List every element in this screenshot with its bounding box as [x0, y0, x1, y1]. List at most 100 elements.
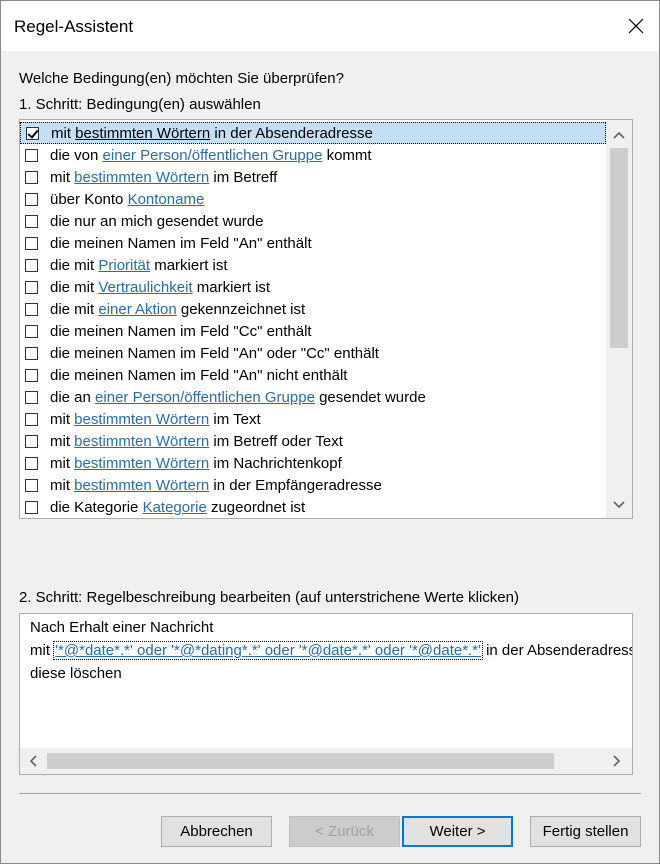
condition-value-link[interactable]: bestimmten Wörtern [75, 125, 210, 142]
finish-button[interactable]: Fertig stellen [530, 816, 641, 847]
condition-value-link[interactable]: bestimmten Wörtern [74, 455, 209, 472]
condition-checkbox[interactable] [25, 368, 38, 382]
condition-text: die von [50, 146, 103, 164]
next-button[interactable]: Weiter > [402, 816, 513, 847]
scroll-right-button[interactable] [604, 748, 630, 774]
condition-checkbox[interactable] [25, 170, 38, 184]
condition-checkbox[interactable] [25, 258, 38, 272]
cancel-button[interactable]: Abbrechen [161, 816, 272, 847]
condition-text: in der Absenderadresse [210, 124, 373, 142]
condition-item[interactable]: mit bestimmten Wörtern im Betreff oder T… [20, 430, 606, 452]
condition-item[interactable]: die an einer Person/öffentlichen Gruppe … [20, 386, 606, 408]
condition-checkbox[interactable] [25, 148, 38, 162]
conditions-list: mit bestimmten Wörtern in der Absenderad… [20, 122, 606, 518]
condition-checkbox[interactable] [25, 500, 38, 514]
condition-text: im Nachrichtenkopf [209, 454, 342, 472]
condition-label: mit bestimmten Wörtern im Nachrichtenkop… [50, 455, 342, 472]
condition-checkbox[interactable] [25, 456, 38, 470]
condition-value-link[interactable]: Kontoname [128, 191, 205, 208]
condition-text: die an [50, 388, 96, 406]
condition-checkbox[interactable] [26, 126, 39, 140]
condition-label: die von einer Person/öffentlichen Gruppe… [50, 147, 372, 164]
condition-text: gekennzeichnet ist [176, 300, 306, 318]
condition-text: die mit [50, 278, 99, 296]
condition-text: im Text [209, 410, 261, 428]
condition-checkbox[interactable] [25, 192, 38, 206]
condition-text: markiert ist [150, 256, 228, 274]
condition-item[interactable]: mit bestimmten Wörtern im Nachrichtenkop… [20, 452, 606, 474]
condition-value-link[interactable]: Vertraulichkeit [98, 279, 192, 296]
condition-checkbox[interactable] [25, 390, 38, 404]
condition-checkbox[interactable] [25, 412, 38, 426]
condition-checkbox[interactable] [25, 280, 38, 294]
vertical-scroll-thumb[interactable] [610, 148, 628, 348]
condition-item[interactable]: über Konto Kontoname [20, 188, 606, 210]
condition-checkbox[interactable] [25, 478, 38, 492]
condition-value-link[interactable]: Priorität [98, 257, 150, 274]
condition-item[interactable]: mit bestimmten Wörtern im Text [20, 408, 606, 430]
horizontal-scroll-thumb[interactable] [47, 753, 554, 769]
condition-item[interactable]: die von einer Person/öffentlichen Gruppe… [20, 144, 606, 166]
condition-label: die meinen Namen im Feld "An" oder "Cc" … [50, 345, 379, 362]
condition-checkbox[interactable] [25, 434, 38, 448]
condition-text: zugeordnet ist [206, 498, 306, 516]
condition-item[interactable]: die meinen Namen im Feld "Cc" enthält [20, 320, 606, 342]
condition-item[interactable]: mit bestimmten Wörtern in der Empfängera… [20, 474, 606, 496]
condition-checkbox[interactable] [25, 346, 38, 360]
condition-label: die an einer Person/öffentlichen Gruppe … [50, 389, 426, 406]
condition-value-link[interactable]: Kategorie [143, 499, 207, 516]
condition-item[interactable]: mit bestimmten Wörtern in der Absenderad… [20, 122, 606, 144]
condition-label: die meinen Namen im Feld "Cc" enthält [50, 323, 312, 340]
close-button[interactable] [613, 1, 659, 51]
scroll-down-button[interactable] [606, 494, 632, 516]
condition-text: die Kategorie [50, 498, 143, 516]
condition-value-link[interactable]: einer Person/öffentlichen Gruppe [103, 147, 323, 164]
condition-value-link[interactable]: einer Person/öffentlichen Gruppe [95, 389, 315, 406]
condition-item[interactable]: die meinen Namen im Feld "An" nicht enth… [20, 364, 606, 386]
condition-text: die mit [50, 256, 99, 274]
condition-value-link[interactable]: bestimmten Wörtern [74, 477, 209, 494]
condition-checkbox[interactable] [25, 214, 38, 228]
condition-text: die meinen Namen im Feld "An" nicht enth… [50, 366, 348, 384]
condition-text: in der Empfängeradresse [209, 476, 382, 494]
condition-text: die meinen Namen im Feld "An" enthält [50, 234, 312, 252]
condition-checkbox[interactable] [25, 302, 38, 316]
condition-text: über Konto [50, 190, 128, 208]
condition-item[interactable]: die nur an mich gesendet wurde [20, 210, 606, 232]
condition-text: gesendet wurde [314, 388, 426, 406]
condition-label: die nur an mich gesendet wurde [50, 213, 263, 230]
back-button[interactable]: < Zurück [289, 816, 400, 847]
condition-value-link[interactable]: bestimmten Wörtern [74, 433, 209, 450]
condition-label: die meinen Namen im Feld "An" nicht enth… [50, 367, 347, 384]
title-bar: Regel-Assistent [1, 1, 659, 51]
condition-text: die mit [50, 300, 99, 318]
conditions-listbox[interactable]: mit bestimmten Wörtern in der Absenderad… [19, 119, 633, 519]
chevron-left-icon [29, 755, 37, 767]
condition-checkbox[interactable] [25, 324, 38, 338]
scroll-up-button[interactable] [606, 124, 632, 146]
question-label: Welche Bedingung(en) möchten Sie überprü… [19, 70, 344, 87]
condition-item[interactable]: die meinen Namen im Feld "An" enthält [20, 232, 606, 254]
condition-text: mit [50, 432, 75, 450]
condition-value-link[interactable]: einer Aktion [98, 301, 176, 318]
dialog-title: Regel-Assistent [14, 17, 134, 36]
condition-text: kommt [322, 146, 372, 164]
condition-value-link[interactable]: bestimmten Wörtern [74, 411, 209, 428]
scroll-left-button[interactable] [20, 748, 46, 774]
condition-label: die Kategorie Kategorie zugeordnet ist [50, 499, 305, 516]
condition-item[interactable]: mit bestimmten Wörtern im Betreff [20, 166, 606, 188]
condition-item[interactable]: die mit Priorität markiert ist [20, 254, 606, 276]
description-suffix: in der Absenderadresse [481, 642, 633, 659]
description-prefix: mit [30, 642, 55, 659]
condition-item[interactable]: die Kategorie Kategorie zugeordnet ist [20, 496, 606, 518]
condition-checkbox[interactable] [25, 236, 38, 250]
specific-words-value-link[interactable]: '*@*date*.*' oder '*@*dating*.*' oder '*… [53, 641, 483, 660]
horizontal-scrollbar[interactable] [20, 748, 632, 774]
condition-value-link[interactable]: bestimmten Wörtern [74, 169, 209, 186]
condition-item[interactable]: die mit Vertraulichkeit markiert ist [20, 276, 606, 298]
description-line-action: diese löschen [30, 665, 122, 682]
condition-item[interactable]: die meinen Namen im Feld "An" oder "Cc" … [20, 342, 606, 364]
condition-item[interactable]: die mit einer Aktion gekennzeichnet ist [20, 298, 606, 320]
description-line-trigger: Nach Erhalt einer Nachricht [30, 619, 214, 636]
vertical-scrollbar[interactable] [606, 120, 632, 518]
